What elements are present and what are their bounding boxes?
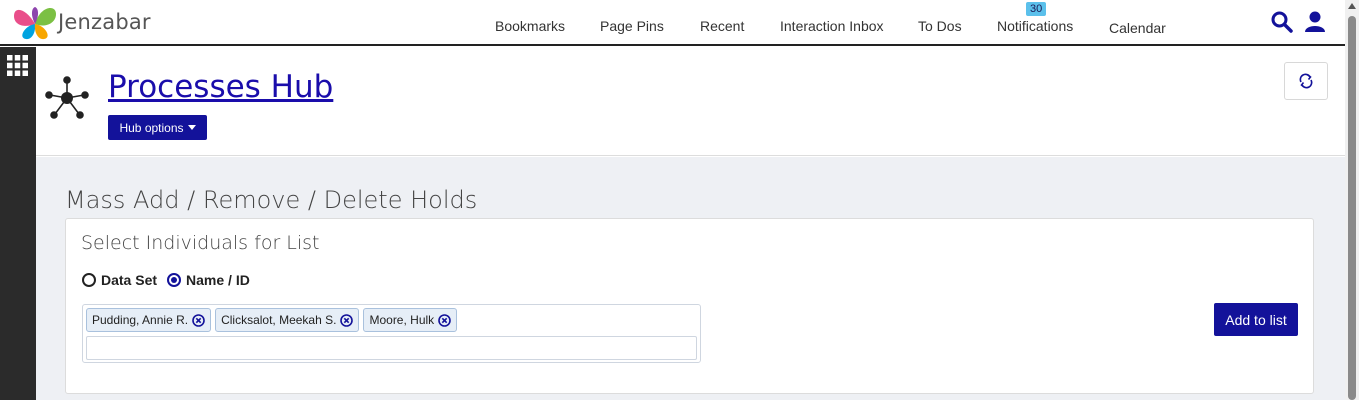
- add-to-list-button[interactable]: Add to list: [1214, 303, 1298, 336]
- hub-network-icon: [45, 76, 89, 119]
- user-icon[interactable]: [1303, 10, 1327, 34]
- token-label: Pudding, Annie R.: [92, 313, 189, 327]
- selection-mode-radios: Data Set Name / ID: [82, 272, 260, 288]
- main-content: Mass Add / Remove / Delete Holds Select …: [36, 157, 1345, 400]
- hub-options-button[interactable]: Hub options: [108, 115, 207, 140]
- page-title[interactable]: Processes Hub: [108, 69, 333, 105]
- nav-recent[interactable]: Recent: [700, 18, 744, 34]
- nav-interaction-inbox[interactable]: Interaction Inbox: [780, 18, 884, 34]
- radio-name-id-label[interactable]: Name / ID: [186, 272, 250, 288]
- refresh-button[interactable]: [1284, 62, 1328, 100]
- hub-header: Processes Hub Hub options: [36, 47, 1345, 156]
- notifications-count-badge: 30: [1026, 2, 1047, 16]
- nav-calendar[interactable]: Calendar: [1109, 20, 1166, 36]
- nav-bookmarks[interactable]: Bookmarks: [495, 18, 565, 34]
- card-title: Select Individuals for List: [81, 232, 320, 254]
- refresh-icon: [1299, 73, 1313, 89]
- scroll-thumb[interactable]: [1348, 16, 1356, 400]
- remove-token-icon[interactable]: [438, 313, 451, 327]
- nav-page-pins[interactable]: Page Pins: [600, 18, 664, 34]
- radio-name-id[interactable]: [167, 273, 182, 287]
- caret-down-icon: [187, 125, 196, 130]
- selected-tokens: Pudding, Annie R. Clicksalot, Meekah S.: [86, 308, 458, 332]
- hub-options-label: Hub options: [119, 120, 184, 135]
- apps-grid-icon[interactable]: [7, 55, 28, 76]
- token-label: Clicksalot, Meekah S.: [221, 313, 337, 327]
- token-label: Moore, Hulk: [369, 313, 435, 327]
- jenzabar-logo-icon[interactable]: [12, 4, 58, 40]
- select-individuals-card: Select Individuals for List Data Set Nam…: [65, 218, 1314, 394]
- page-scrollbar[interactable]: [1345, 0, 1359, 400]
- individuals-token-field[interactable]: Pudding, Annie R. Clicksalot, Meekah S.: [82, 304, 701, 363]
- search-icon[interactable]: [1270, 10, 1294, 34]
- radio-data-set[interactable]: [82, 273, 96, 287]
- top-navigation-bar: Jenzabar Bookmarks Page Pins Recent Inte…: [0, 0, 1345, 46]
- remove-token-icon[interactable]: [192, 313, 205, 327]
- token-item: Moore, Hulk: [363, 308, 458, 332]
- radio-data-set-label[interactable]: Data Set: [101, 272, 157, 288]
- nav-todos[interactable]: To Dos: [918, 18, 962, 34]
- left-rail: [0, 47, 36, 400]
- scroll-up-arrow-icon[interactable]: [1348, 3, 1356, 9]
- individuals-search-input[interactable]: [86, 336, 697, 360]
- remove-token-icon[interactable]: [340, 313, 354, 327]
- brand-name: Jenzabar: [58, 10, 151, 34]
- section-title: Mass Add / Remove / Delete Holds: [65, 186, 478, 214]
- nav-notifications[interactable]: Notifications: [997, 18, 1073, 34]
- token-item: Clicksalot, Meekah S.: [215, 308, 360, 332]
- token-item: Pudding, Annie R.: [86, 308, 212, 332]
